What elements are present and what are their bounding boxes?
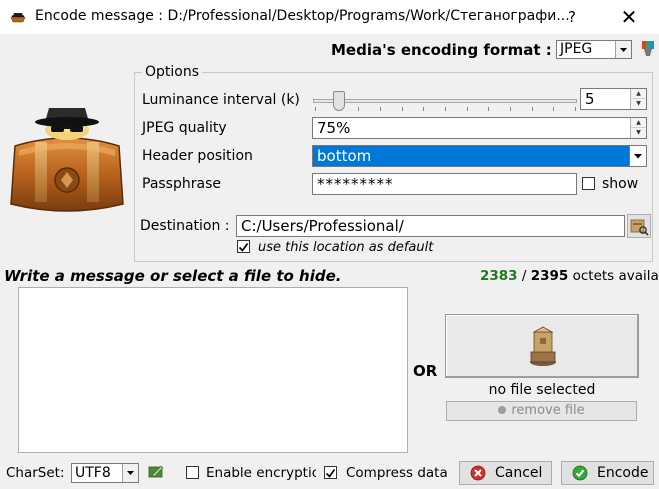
luminance-label: Luminance interval (k)	[142, 92, 300, 108]
select-file-button[interactable]	[445, 314, 639, 378]
enable-encryption-label[interactable]: Enable encryption	[206, 465, 316, 481]
spy-icon	[10, 13, 26, 23]
luminance-slider-track[interactable]	[313, 99, 577, 103]
destination-value: C:/Users/Professional/	[241, 217, 404, 235]
spin-up-icon[interactable]: ▲	[631, 89, 646, 99]
encode-check-icon	[572, 465, 588, 481]
encode-button[interactable]: Encode	[561, 461, 654, 485]
charset-edit-icon[interactable]	[148, 463, 164, 479]
cancel-label: Cancel	[495, 465, 543, 481]
header-position-value: bottom	[317, 147, 372, 165]
default-location-label[interactable]: use this location as default	[258, 240, 433, 255]
octets-separator: /	[517, 268, 531, 284]
octets-total: 2395	[530, 268, 569, 284]
close-button[interactable]: ✕	[614, 4, 644, 30]
passphrase-label: Passphrase	[142, 176, 221, 192]
header-position-select[interactable]: bottom	[312, 145, 647, 167]
destination-input[interactable]: C:/Users/Professional/	[236, 215, 625, 237]
spin-buttons[interactable]: ▲ ▼	[630, 118, 646, 138]
octets-used: 2383	[480, 268, 518, 284]
media-format-select[interactable]: JPEG	[556, 40, 632, 59]
slider-tick	[358, 107, 359, 111]
default-location-checkbox[interactable]	[237, 240, 250, 253]
file-package-icon	[530, 326, 556, 366]
luminance-spinbox[interactable]: 5 ▲ ▼	[580, 88, 647, 110]
slider-tick	[532, 107, 533, 111]
spin-down-icon[interactable]: ▼	[631, 128, 646, 138]
slider-tick	[315, 107, 316, 111]
destination-label: Destination :	[140, 218, 230, 234]
cancel-icon	[470, 465, 486, 481]
or-label: OR	[413, 362, 438, 380]
jpeg-quality-value: 75%	[317, 119, 351, 137]
palette-icon[interactable]	[640, 40, 656, 58]
remove-file-button[interactable]: remove file	[446, 401, 637, 421]
octets-available: 2383 / 2395 octets available	[480, 268, 659, 284]
slider-tick	[488, 107, 489, 111]
slider-tick	[423, 107, 424, 111]
compress-data-checkbox[interactable]	[324, 466, 337, 479]
cancel-button[interactable]: Cancel	[459, 461, 552, 485]
slider-tick	[402, 107, 403, 111]
show-passphrase-label[interactable]: show	[602, 176, 638, 192]
jpeg-quality-spinbox[interactable]: 75% ▲ ▼	[312, 117, 647, 139]
spin-up-icon[interactable]: ▲	[631, 118, 646, 128]
media-format-value: JPEG	[560, 41, 593, 57]
spy-briefcase-icon	[10, 108, 124, 212]
slider-tick	[553, 107, 554, 111]
passphrase-value: *********	[317, 175, 394, 193]
passphrase-input[interactable]: *********	[312, 173, 577, 195]
spin-down-icon[interactable]: ▼	[631, 99, 646, 109]
header-position-label: Header position	[142, 148, 253, 164]
charset-label: CharSet:	[6, 465, 65, 481]
slider-tick	[467, 107, 468, 111]
no-file-label: no file selected	[488, 382, 596, 398]
slider-tick	[380, 107, 381, 111]
encode-label: Encode	[597, 465, 649, 481]
chevron-down-icon	[122, 464, 138, 482]
browse-folder-icon	[630, 219, 649, 236]
slider-tick	[575, 107, 576, 111]
window-title: Encode message : D:/Professional/Desktop…	[35, 8, 570, 24]
enable-encryption-checkbox[interactable]	[186, 466, 199, 479]
chevron-down-icon	[629, 146, 646, 166]
spin-buttons[interactable]: ▲ ▼	[630, 89, 646, 109]
show-passphrase-checkbox[interactable]	[582, 177, 595, 190]
slider-tick	[510, 107, 511, 111]
remove-icon	[498, 405, 507, 414]
remove-file-label: remove file	[511, 403, 585, 418]
message-textarea[interactable]	[18, 287, 408, 453]
luminance-value: 5	[585, 90, 595, 108]
charset-select[interactable]: UTF8	[71, 463, 139, 483]
message-heading: Write a message or select a file to hide…	[4, 267, 342, 285]
help-button[interactable]: ?	[557, 4, 587, 30]
charset-value: UTF8	[75, 465, 111, 481]
browse-button[interactable]	[627, 214, 651, 238]
luminance-slider-thumb[interactable]	[333, 91, 345, 111]
options-title: Options	[142, 64, 203, 80]
media-format-label: Media's encoding format :	[331, 41, 552, 59]
slider-tick	[445, 107, 446, 111]
compress-data-label[interactable]: Compress data	[346, 465, 448, 481]
chevron-down-icon	[615, 41, 631, 58]
octets-suffix: octets available	[572, 268, 659, 284]
jpeg-quality-label: JPEG quality	[142, 120, 227, 136]
